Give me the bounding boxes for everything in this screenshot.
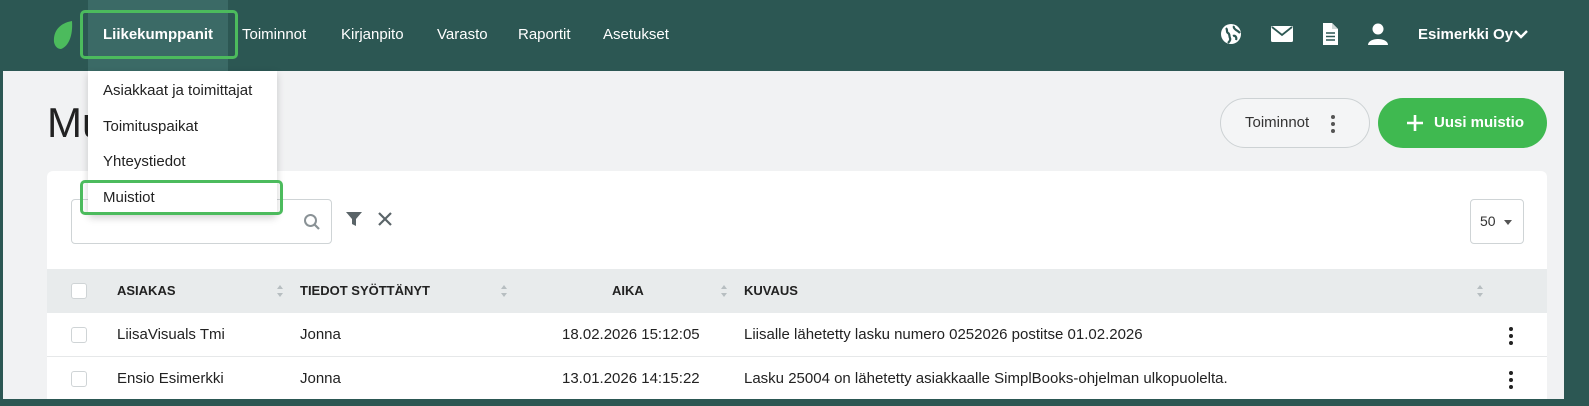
sort-icon[interactable] [720, 284, 728, 298]
table-row[interactable]: LiisaVisuals Tmi Jonna 18.02.2026 15:12:… [47, 313, 1547, 357]
cell-kuvaus: Liisalle lähetetty lasku numero 0252026 … [744, 326, 1143, 343]
cell-syottanyt: Jonna [300, 370, 341, 387]
cell-kuvaus: Lasku 25004 on lähetetty asiakkaalle Sim… [744, 370, 1228, 387]
sort-icon[interactable] [500, 284, 508, 298]
actions-button[interactable]: Toiminnot [1220, 98, 1370, 148]
window-frame-right [1564, 71, 1589, 406]
cell-aika: 13.01.2026 14:15:22 [562, 370, 700, 387]
search-icon [304, 214, 320, 230]
plus-icon [1407, 115, 1423, 131]
row-menu-icon[interactable] [1509, 327, 1513, 345]
document-icon[interactable] [1318, 22, 1342, 46]
globe-icon[interactable] [1219, 22, 1243, 46]
leaf-logo-icon[interactable] [52, 20, 74, 50]
sort-icon[interactable] [1476, 284, 1484, 298]
nav-highlight-frame [80, 10, 238, 59]
cell-syottanyt: Jonna [300, 326, 341, 343]
kebab-icon [1331, 115, 1335, 133]
row-menu-icon[interactable] [1509, 371, 1513, 389]
header-kuvaus[interactable]: KUVAUS [744, 269, 798, 313]
row-checkbox[interactable] [71, 371, 87, 387]
nav-varasto[interactable]: Varasto [437, 0, 488, 71]
window-frame-bottom [0, 399, 1589, 406]
menu-item-highlight-frame [80, 180, 283, 215]
header-asiakas[interactable]: ASIAKAS [117, 269, 176, 313]
cell-asiakas[interactable]: LiisaVisuals Tmi [117, 313, 225, 357]
user-icon[interactable] [1366, 22, 1390, 46]
filter-icon[interactable] [345, 211, 363, 227]
actions-button-label: Toiminnot [1245, 114, 1310, 131]
table-header: ASIAKAS TIEDOT SYÖTTÄNYT AIKA KUVAUS [47, 269, 1547, 313]
cell-aika: 18.02.2026 15:12:05 [562, 326, 700, 343]
menu-item-toimituspaikat[interactable]: Toimituspaikat [103, 118, 198, 135]
table-row[interactable]: Ensio Esimerkki Jonna 13.01.2026 14:15:2… [47, 357, 1547, 399]
row-checkbox[interactable] [71, 327, 87, 343]
sort-icon[interactable] [276, 284, 284, 298]
nav-kirjanpito[interactable]: Kirjanpito [341, 0, 404, 71]
top-navigation-bar: Liikekumppanit Toiminnot Kirjanpito Vara… [0, 0, 1589, 71]
header-aika[interactable]: AIKA [612, 269, 644, 313]
new-note-button[interactable]: Uusi muistio [1378, 98, 1547, 148]
company-menu[interactable]: Esimerkki Oy [1418, 0, 1528, 71]
nav-toiminnot[interactable]: Toiminnot [242, 0, 306, 71]
cell-asiakas[interactable]: Ensio Esimerkki [117, 357, 224, 399]
nav-asetukset[interactable]: Asetukset [603, 0, 669, 71]
caret-down-icon [1504, 220, 1512, 225]
new-note-label: Uusi muistio [1434, 114, 1525, 131]
mail-icon[interactable] [1270, 22, 1294, 46]
menu-item-asiakkaat-ja-toimittajat[interactable]: Asiakkaat ja toimittajat [103, 82, 252, 99]
page-size-select[interactable]: 50 [1470, 199, 1524, 244]
page-size-value: 50 [1480, 213, 1496, 229]
clear-filter-icon[interactable] [377, 211, 393, 227]
nav-raportit[interactable]: Raportit [518, 0, 571, 71]
chevron-down-icon [1514, 30, 1528, 39]
select-all-checkbox[interactable] [71, 283, 87, 299]
menu-item-yhteystiedot[interactable]: Yhteystiedot [103, 153, 186, 170]
header-tiedot-syottanyt[interactable]: TIEDOT SYÖTTÄNYT [300, 269, 430, 313]
company-name: Esimerkki Oy [1418, 26, 1514, 43]
